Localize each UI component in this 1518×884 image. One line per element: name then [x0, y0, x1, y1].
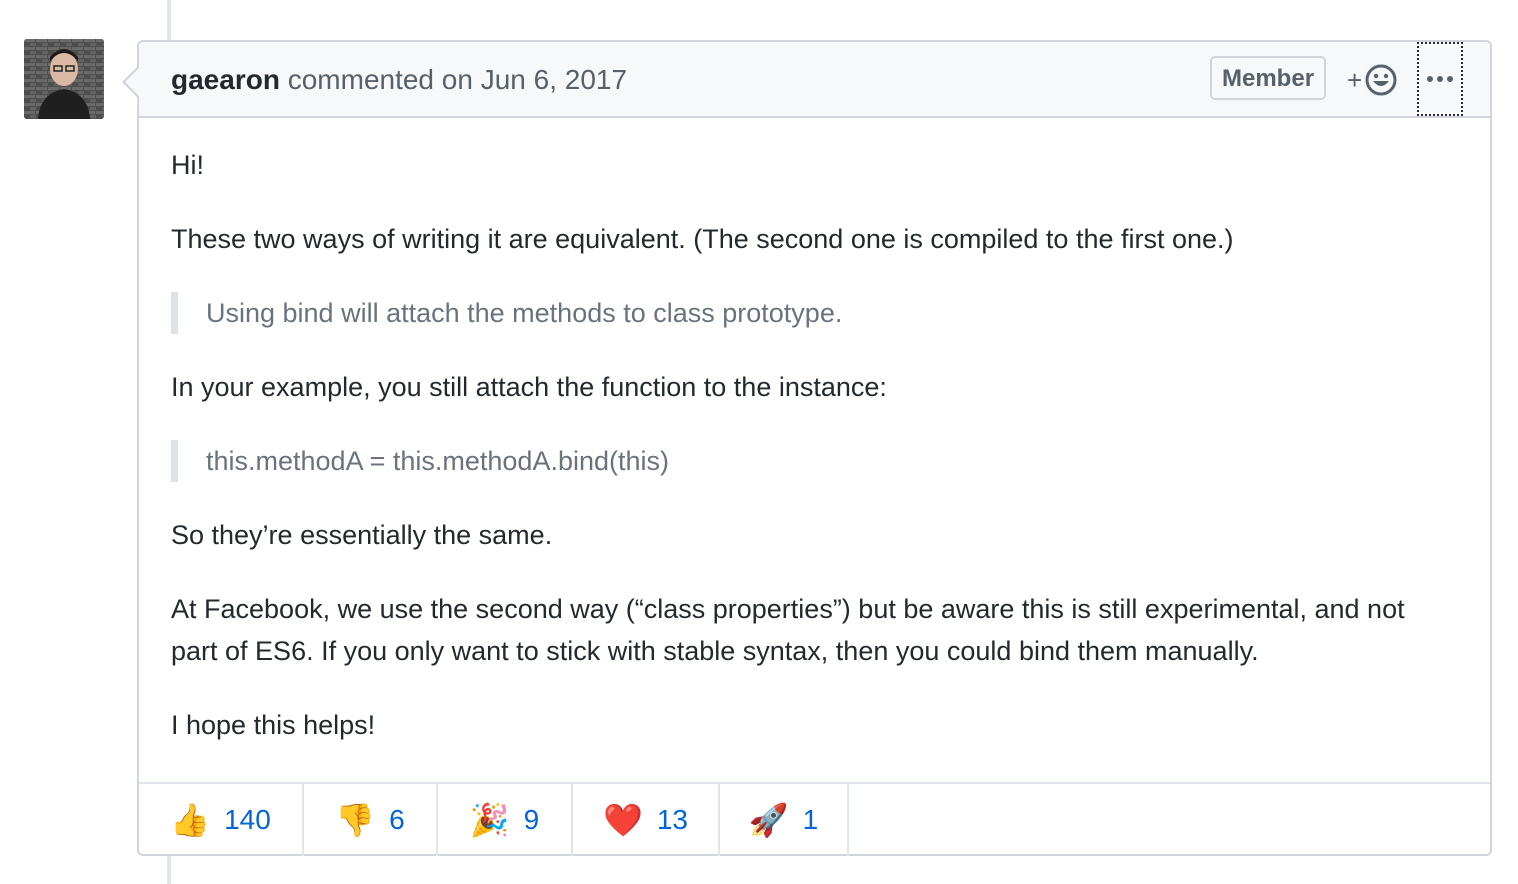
paragraph-equivalent: These two ways of writing it are equival… — [171, 224, 1234, 254]
author-link[interactable]: gaearon — [171, 64, 280, 95]
reaction-count: 140 — [224, 804, 271, 835]
avatar[interactable] — [24, 39, 104, 119]
blockquote-bind: Using bind will attach the methods to cl… — [171, 292, 1458, 334]
thumbs-down-icon: 👎 — [335, 801, 376, 839]
reaction-count: 1 — [802, 804, 819, 835]
smiley-icon — [1365, 64, 1397, 96]
thumbs-up-icon: 👍 — [170, 801, 211, 839]
reaction-count: 9 — [523, 804, 540, 835]
tada-icon: 🎉 — [469, 801, 510, 839]
avatar-image — [24, 39, 104, 119]
paragraph-example: In your example, you still attach the fu… — [171, 372, 887, 402]
more-options-button[interactable] — [1417, 42, 1463, 116]
reaction-tada[interactable]: 🎉 9 — [438, 784, 573, 856]
paragraph-closing: I hope this helps! — [171, 710, 376, 740]
comment-header: gaearon commented on Jun 6, 2017 Member … — [139, 42, 1490, 118]
heart-icon: ❤️ — [603, 801, 643, 839]
kebab-horizontal-icon — [1427, 76, 1453, 82]
paragraph-same: So they’re essentially the same. — [171, 520, 553, 550]
comment-body: Hi! These two ways of writing it are equ… — [139, 118, 1490, 746]
rocket-icon: 🚀 — [748, 801, 789, 839]
reaction-count: 6 — [389, 804, 405, 835]
comment-header-text: gaearon commented on Jun 6, 2017 — [171, 64, 627, 96]
paragraph-facebook: At Facebook, we use the second way (“cla… — [171, 594, 1405, 666]
add-reaction-button[interactable]: + — [1347, 62, 1398, 98]
reaction-count: 13 — [656, 804, 688, 835]
paragraph-greeting: Hi! — [171, 150, 204, 180]
comment-meta[interactable]: commented on Jun 6, 2017 — [288, 64, 627, 95]
comment-box: gaearon commented on Jun 6, 2017 Member … — [122, 40, 1492, 856]
blockquote-code: this.methodA = this.methodA.bind(this) — [171, 440, 1458, 482]
reactions-bar: 👍 140 👎 6 🎉 9 ❤️ 13 🚀 1 — [139, 782, 1490, 856]
member-badge: Member — [1210, 56, 1327, 100]
plus-icon: + — [1347, 65, 1363, 95]
reaction-rocket[interactable]: 🚀 1 — [720, 784, 849, 856]
reaction-thumbs-up[interactable]: 👍 140 — [139, 784, 304, 856]
reaction-thumbs-down[interactable]: 👎 6 — [304, 784, 438, 856]
reaction-heart[interactable]: ❤️ 13 — [573, 784, 720, 856]
